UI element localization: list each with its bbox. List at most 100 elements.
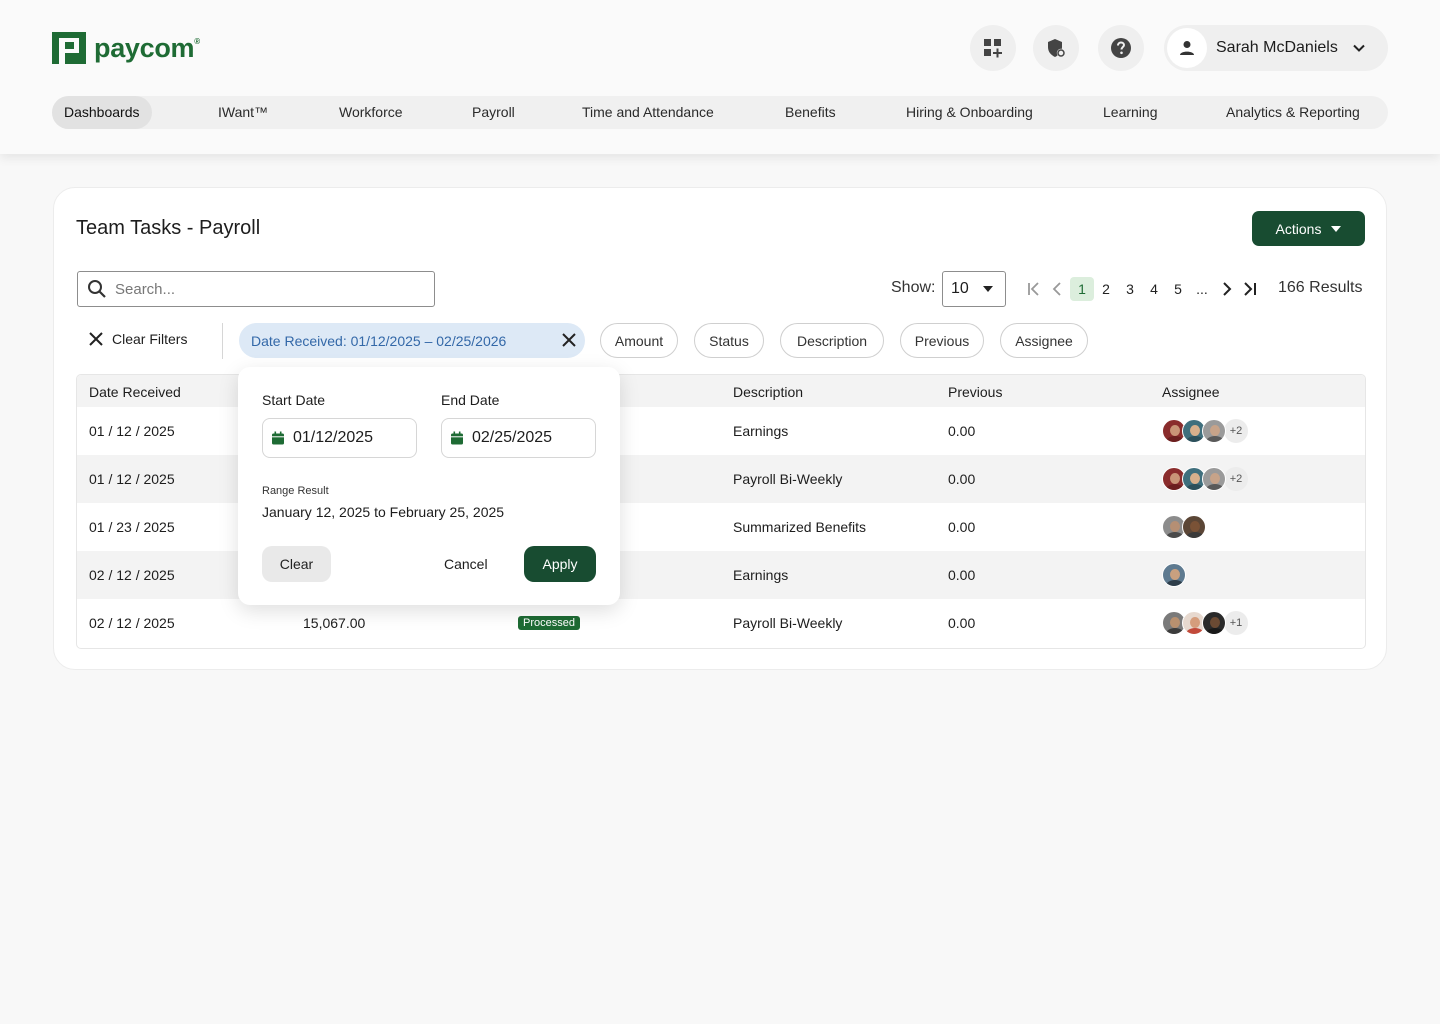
user-menu[interactable]: Sarah McDaniels [1164,25,1388,71]
cell-amount: 15,067.00 [303,615,366,631]
help-button[interactable] [1098,25,1144,71]
search-input[interactable] [115,280,415,298]
cell-previous: 0.00 [948,423,976,439]
card-title: Team Tasks - Payroll [76,217,261,239]
cell-previous: 0.00 [948,519,976,535]
end-date-value: 02/25/2025 [472,429,553,446]
page-ellipsis: ... [1196,281,1208,297]
col-description[interactable]: Description [733,384,803,400]
main-nav: Dashboards IWant™ Workforce Payroll Time… [52,96,1388,129]
nav-item-workforce[interactable]: Workforce [339,96,403,129]
person-icon [1180,41,1194,55]
assignee-avatars[interactable] [1162,563,1186,587]
cell-date: 02 / 12 / 2025 [89,615,175,631]
cell-date: 01 / 12 / 2025 [89,423,175,439]
paycom-wordmark: paycom® [94,32,200,63]
search-box[interactable] [77,271,435,307]
date-range-popover: Start Date End Date 01/12/2025 02/25/202… [238,367,620,605]
nav-item-time-attendance[interactable]: Time and Attendance [582,96,714,129]
filter-chip-previous[interactable]: Previous [900,323,984,358]
start-date-value: 01/12/2025 [293,429,374,446]
nav-item-learning[interactable]: Learning [1103,96,1158,129]
cell-previous: 0.00 [948,615,976,631]
apply-button[interactable]: Apply [524,546,596,582]
clear-button[interactable]: Clear [262,546,331,582]
cell-description: Earnings [733,423,789,439]
assignee-avatars[interactable]: +2 [1162,419,1248,443]
cancel-button[interactable]: Cancel [444,556,488,572]
status-badge: Processed [518,616,580,630]
filter-chip-date-received[interactable]: Date Received: 01/12/2025 – 02/25/2026 [239,323,585,358]
show-label: Show: [891,279,936,296]
page-size-select[interactable]: 10 [942,271,1006,307]
caret-down-icon [982,286,993,292]
apps-add-button[interactable] [970,25,1016,71]
range-result-value: January 12, 2025 to February 25, 2025 [262,504,505,520]
col-previous[interactable]: Previous [948,384,1002,400]
assignee-avatars[interactable] [1162,515,1206,539]
filter-chip-amount[interactable]: Amount [600,323,678,358]
start-date-field[interactable]: 01/12/2025 [262,418,417,458]
nav-item-iwant[interactable]: IWant™ [218,96,268,129]
filter-chip-description[interactable]: Description [780,323,884,358]
nav-item-dashboards[interactable]: Dashboards [52,96,152,129]
cell-previous: 0.00 [948,471,976,487]
shield-icon [1048,39,1066,58]
nav-item-benefits[interactable]: Benefits [785,96,836,129]
nav-item-analytics-reporting[interactable]: Analytics & Reporting [1226,96,1360,129]
page-5[interactable]: 5 [1166,277,1190,301]
avatar [1182,515,1206,539]
col-date-received[interactable]: Date Received [89,384,181,400]
paycom-logo-mark [52,32,86,64]
table-row[interactable]: 02 / 12 / 2025 15,067.00 Processed Payro… [77,599,1365,647]
filter-chip-assignee[interactable]: Assignee [1000,323,1088,358]
cell-date: 01 / 12 / 2025 [89,471,175,487]
help-icon [1111,38,1131,58]
cell-date: 02 / 12 / 2025 [89,567,175,583]
first-page-icon[interactable] [1022,277,1046,301]
apps-add-icon [984,39,1002,58]
prev-page-icon[interactable] [1046,277,1070,301]
nav-item-hiring-onboarding[interactable]: Hiring & Onboarding [906,96,1033,129]
top-header: paycom® Sarah McDaniels Dashboards IWant… [0,0,1440,154]
user-name: Sarah McDaniels [1216,39,1338,56]
avatar [1167,28,1207,68]
assignee-avatars[interactable]: +1 [1162,611,1248,635]
start-date-label: Start Date [262,392,326,408]
filter-chip-label: Date Received: 01/12/2025 – 02/25/2026 [251,332,507,349]
avatar [1202,611,1226,635]
avatar [1202,419,1226,443]
results-count: 166 Results [1278,279,1363,296]
paycom-logo[interactable]: paycom® [52,32,200,64]
range-result-label: Range Result [262,485,329,497]
clear-filters-button[interactable]: Clear Filters [89,331,187,347]
page-4[interactable]: 4 [1142,277,1166,301]
calendar-icon [272,431,284,445]
more-assignees-badge: +2 [1224,467,1248,491]
caret-down-icon [1331,225,1342,232]
cell-description: Earnings [733,567,789,583]
end-date-field[interactable]: 02/25/2025 [441,418,596,458]
filter-divider [222,323,223,359]
clear-filters-label: Clear Filters [112,331,188,347]
page-3[interactable]: 3 [1118,277,1142,301]
actions-button[interactable]: Actions [1252,211,1365,246]
cell-description: Summarized Benefits [733,519,867,535]
page-2[interactable]: 2 [1094,277,1118,301]
close-icon [89,332,103,346]
last-page-icon[interactable] [1238,277,1262,301]
search-icon [88,280,106,298]
security-button[interactable] [1033,25,1079,71]
next-page-icon[interactable] [1214,277,1238,301]
pagination: 1 2 3 4 5 ... [1022,276,1262,302]
close-icon[interactable] [561,332,577,348]
cell-previous: 0.00 [948,567,976,583]
col-assignee[interactable]: Assignee [1162,384,1220,400]
actions-label: Actions [1275,220,1322,237]
avatar [1202,467,1226,491]
filter-chip-status[interactable]: Status [694,323,764,358]
nav-item-payroll[interactable]: Payroll [472,96,515,129]
page-1[interactable]: 1 [1070,277,1094,301]
cell-description: Payroll Bi-Weekly [733,615,843,631]
assignee-avatars[interactable]: +2 [1162,467,1248,491]
